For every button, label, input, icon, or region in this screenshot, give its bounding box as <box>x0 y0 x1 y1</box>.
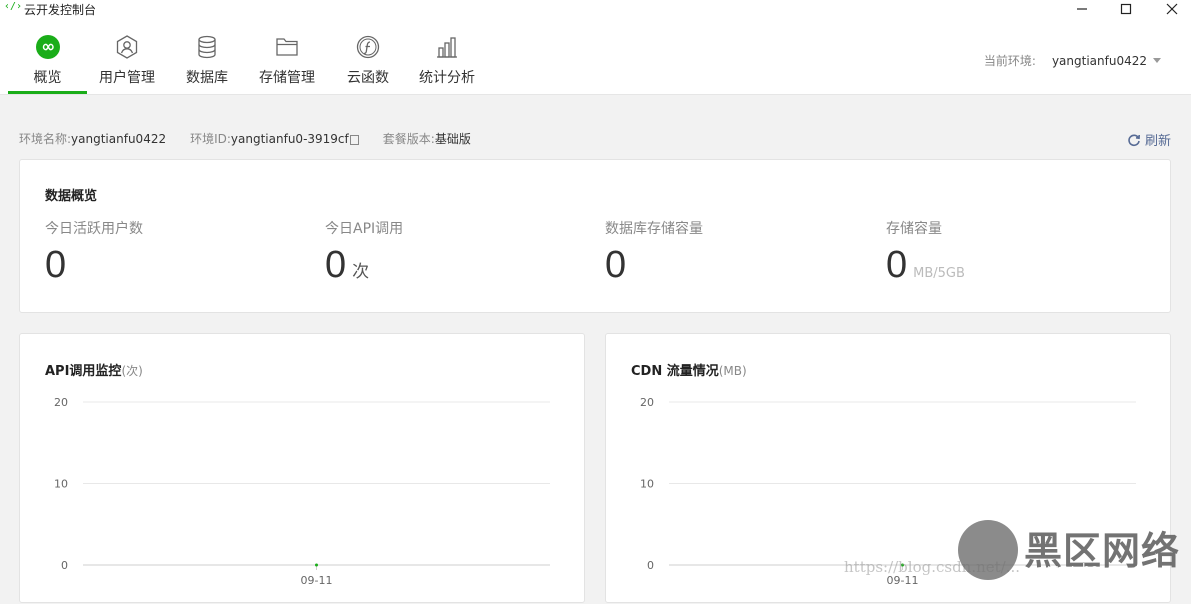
data-overview-card: 数据概览 今日活跃用户数 0 今日API调用 0次 数据库存储容量 0 存储容量… <box>19 159 1171 313</box>
bar-chart-icon <box>434 34 460 60</box>
watermark-domain: www.heiqu.com <box>1048 562 1158 578</box>
y-tick-label: 0 <box>61 559 68 572</box>
y-tick-label: 10 <box>54 478 68 491</box>
plan-value: 基础版 <box>434 132 471 146</box>
stat-label: 存储容量 <box>886 221 942 237</box>
tab-label: 存储管理 <box>259 70 315 86</box>
stat-value: 0 <box>45 244 67 286</box>
env-name-value: yangtianfu0422 <box>71 131 167 146</box>
stat-value: 0 <box>325 244 347 286</box>
env-id-label: 环境ID: <box>190 132 231 146</box>
tab-label: 概览 <box>33 70 62 86</box>
title-bar: ‹/› 云开发控制台 <box>0 0 1191 18</box>
user-icon <box>114 34 140 60</box>
database-icon <box>194 34 220 60</box>
window-title: 云开发控制台 <box>24 3 97 17</box>
y-tick-label: 20 <box>54 396 68 409</box>
env-value: yangtianfu0422 <box>1051 53 1147 68</box>
minimize-button[interactable] <box>1069 0 1095 18</box>
x-tick-label: 09-11 <box>301 574 333 587</box>
api-line-chart: 20 10 0 09-11 <box>54 396 550 587</box>
tab-label: 统计分析 <box>419 70 475 86</box>
refresh-icon <box>1128 133 1140 146</box>
env-name-label: 环境名称: <box>19 132 72 146</box>
api-monitor-card: API调用监控(次) 20 10 0 09-11 <box>19 333 585 603</box>
folder-icon <box>274 34 300 60</box>
tab-label: 数据库 <box>186 70 228 86</box>
maximize-icon <box>1120 3 1132 15</box>
watermark-logo-icon <box>958 520 1018 580</box>
tab-statistics[interactable]: 统计分析 <box>416 18 478 94</box>
y-tick-label: 0 <box>647 559 654 572</box>
tab-database[interactable]: 数据库 <box>183 18 231 94</box>
env-label: 当前环境: <box>983 54 1036 68</box>
function-icon <box>355 34 381 60</box>
stat-active-users: 今日活跃用户数 0 <box>45 218 143 287</box>
stat-suffix: MB/5GB <box>913 266 965 281</box>
data-point <box>315 563 318 567</box>
refresh-label: 刷新 <box>1144 134 1171 149</box>
tab-user-management[interactable]: 用户管理 <box>96 18 158 94</box>
tab-label: 用户管理 <box>99 70 155 86</box>
stat-db-storage: 数据库存储容量 0 <box>605 218 703 287</box>
maximize-button[interactable] <box>1113 0 1139 18</box>
close-icon <box>1166 3 1178 15</box>
overview-title: 数据概览 <box>45 189 98 204</box>
stat-suffix: 次 <box>352 262 370 282</box>
main-nav: 概览 用户管理 数据库 存储管理 云函数 统计分析 当前环境: yangtian… <box>0 18 1191 95</box>
stat-storage-capacity: 存储容量 0 MB/5GB <box>886 218 965 287</box>
minimize-icon <box>1077 8 1087 10</box>
y-tick-label: 20 <box>640 396 654 409</box>
close-button[interactable] <box>1159 0 1185 18</box>
stat-value: 0 <box>886 244 908 286</box>
refresh-button[interactable]: 刷新 <box>1127 130 1171 149</box>
tab-label: 云函数 <box>347 70 389 86</box>
tab-storage-management[interactable]: 存储管理 <box>256 18 318 94</box>
tab-cloud-functions[interactable]: 云函数 <box>344 18 392 94</box>
plan-label: 套餐版本: <box>382 132 435 146</box>
copy-icon[interactable] <box>349 134 359 145</box>
stat-api-calls: 今日API调用 0次 <box>325 218 403 287</box>
environment-info: 环境名称: yangtianfu0422 环境ID: yangtianfu0-3… <box>19 130 495 147</box>
app-logo-icon: ‹/› <box>4 1 23 12</box>
stat-value: 0 <box>605 244 627 286</box>
tab-overview[interactable]: 概览 <box>8 18 87 94</box>
env-id-value: yangtianfu0-3919cf <box>230 131 349 146</box>
chevron-down-icon <box>1153 58 1161 63</box>
stat-label: 数据库存储容量 <box>605 221 703 237</box>
infinity-icon <box>35 34 61 60</box>
y-tick-label: 10 <box>640 478 654 491</box>
environment-selector[interactable]: 当前环境: yangtianfu0422 <box>984 52 1161 69</box>
stat-label: 今日API调用 <box>325 221 404 237</box>
stat-label: 今日活跃用户数 <box>45 221 143 237</box>
